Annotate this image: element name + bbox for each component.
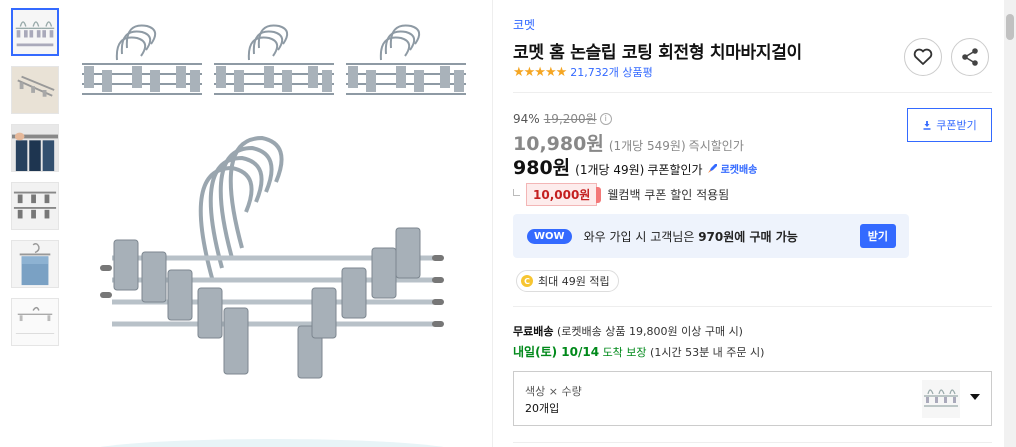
thumbnail-1[interactable] (11, 8, 59, 56)
rocket-icon (707, 164, 717, 173)
sale-price-row: 10,980원 (1개당 549원) 즉시할인가 (513, 129, 744, 156)
sale-unit-price: (1개당 549원) (608, 139, 686, 153)
rocket-delivery-badge: 로켓배송 (707, 161, 758, 176)
share-icon (962, 48, 978, 66)
wishlist-button[interactable] (904, 38, 942, 76)
download-icon (923, 121, 931, 130)
arrival-row: 내일(토) 10/14 도착 보장 (1시간 53분 내 주문 시) (513, 343, 764, 360)
scrollbar-track[interactable] (1004, 0, 1016, 447)
arrival-condition: (1시간 53분 내 주문 시) (650, 346, 765, 359)
option-value: 20개입 (525, 402, 560, 415)
thumbnail-5[interactable] (11, 240, 59, 288)
column-divider (492, 0, 493, 447)
scrollbar-thumb[interactable] (1006, 14, 1014, 40)
shipping-detail: (로켓배송 상품 19,800원 이상 구매 시) (556, 325, 743, 338)
thumbnail-3[interactable] (11, 124, 59, 172)
corner-mark (513, 189, 520, 196)
coupon-unit-price: (1개당 49원) (575, 163, 645, 177)
sale-price-label: 즉시할인가 (688, 139, 744, 153)
wow-membership-banner: WOW 와우 가입 시 고객님은 970원에 구매 가능 받기 (513, 214, 909, 258)
coupon-price: 980원 (513, 157, 571, 179)
rating-row[interactable]: ★★★★★ 21,732개 상품평 (513, 64, 653, 80)
arrival-date: 내일(토) 10/14 (513, 345, 600, 359)
coupon-download-label: 쿠폰받기 (936, 119, 977, 132)
welcome-coupon-row: 10,000원 웰컴백 쿠폰 할인 적용됨 (513, 183, 729, 206)
cashback-text: 최대 49원 적립 (538, 275, 610, 288)
option-label: 색상 × 수량 (525, 385, 582, 398)
thumbnail-2[interactable] (11, 66, 59, 114)
info-icon[interactable]: i (599, 112, 612, 125)
option-thumbnail (922, 380, 960, 418)
rocket-label: 로켓배송 (720, 164, 758, 176)
thumbnail-strip (11, 8, 63, 356)
wow-text: 와우 가입 시 고객님은 970원에 구매 가능 (583, 229, 798, 244)
divider (513, 306, 992, 307)
divider (513, 92, 992, 93)
wow-price: 970원에 구매 가능 (698, 229, 798, 244)
discount-rate: 94% (513, 111, 540, 126)
cashback-pill: C 최대 49원 적립 (516, 270, 619, 292)
thumbnail-4[interactable] (11, 182, 59, 230)
option-select[interactable]: 색상 × 수량 20개입 (513, 371, 992, 426)
shipping-row: 무료배송 (로켓배송 상품 19,800원 이상 구매 시) (513, 323, 743, 339)
coin-icon: C (521, 275, 533, 287)
coupon-download-button[interactable]: 쿠폰받기 (907, 108, 992, 142)
divider (513, 442, 992, 443)
welcome-coupon-amount: 10,000원 (526, 183, 602, 206)
share-button[interactable] (951, 38, 989, 76)
main-product-image (72, 8, 472, 447)
sale-price: 10,980원 (513, 133, 604, 155)
wow-join-button[interactable]: 받기 (859, 224, 896, 248)
brand-link[interactable]: 코멧 (513, 16, 535, 33)
discount-row: 94% 19,200원 i (513, 110, 612, 127)
original-price: 19,200원 (543, 112, 597, 126)
arrival-guarantee: 도착 보장 (602, 346, 647, 359)
star-rating: ★★★★★ (513, 64, 567, 80)
coupon-price-label: 쿠폰할인가 (647, 163, 703, 177)
welcome-coupon-text: 웰컴백 쿠폰 할인 적용됨 (607, 188, 730, 202)
thumbnail-6[interactable] (11, 298, 59, 346)
product-title: 코멧 홈 논슬립 코팅 회전형 치마바지걸이 (513, 43, 802, 63)
chevron-down-icon (970, 394, 980, 400)
wow-badge: WOW (527, 228, 572, 244)
heart-icon (913, 48, 933, 65)
review-count-link[interactable]: 21,732개 상품평 (570, 64, 652, 80)
coupon-price-row: 980원 (1개당 49원) 쿠폰할인가 로켓배송 (513, 153, 757, 180)
free-shipping-label: 무료배송 (513, 325, 554, 338)
